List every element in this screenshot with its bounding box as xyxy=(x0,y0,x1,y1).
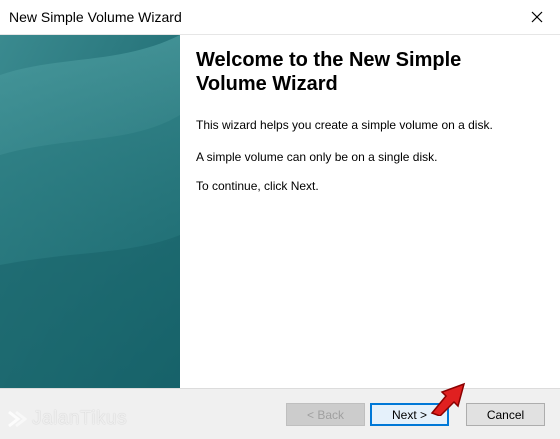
title-bar: New Simple Volume Wizard xyxy=(0,0,560,34)
wizard-banner xyxy=(0,35,180,388)
info-text: A simple volume can only be on a single … xyxy=(196,150,438,164)
banner-graphic xyxy=(0,35,180,388)
cancel-button[interactable]: Cancel xyxy=(466,403,545,426)
watermark-text: JalanTikus xyxy=(32,408,128,429)
watermark: JalanTikus xyxy=(6,408,127,430)
window-title: New Simple Volume Wizard xyxy=(9,9,182,25)
intro-text: This wizard helps you create a simple vo… xyxy=(196,118,493,132)
wizard-content: Welcome to the New Simple Volume Wizard … xyxy=(196,48,546,193)
back-button[interactable]: < Back xyxy=(286,403,365,426)
pointer-arrow-icon xyxy=(430,382,466,416)
close-icon xyxy=(531,11,543,23)
wizard-heading: Welcome to the New Simple Volume Wizard xyxy=(196,49,462,95)
continue-text: To continue, click Next. xyxy=(196,179,319,193)
watermark-logo-icon xyxy=(8,410,28,428)
close-button[interactable] xyxy=(514,0,560,34)
